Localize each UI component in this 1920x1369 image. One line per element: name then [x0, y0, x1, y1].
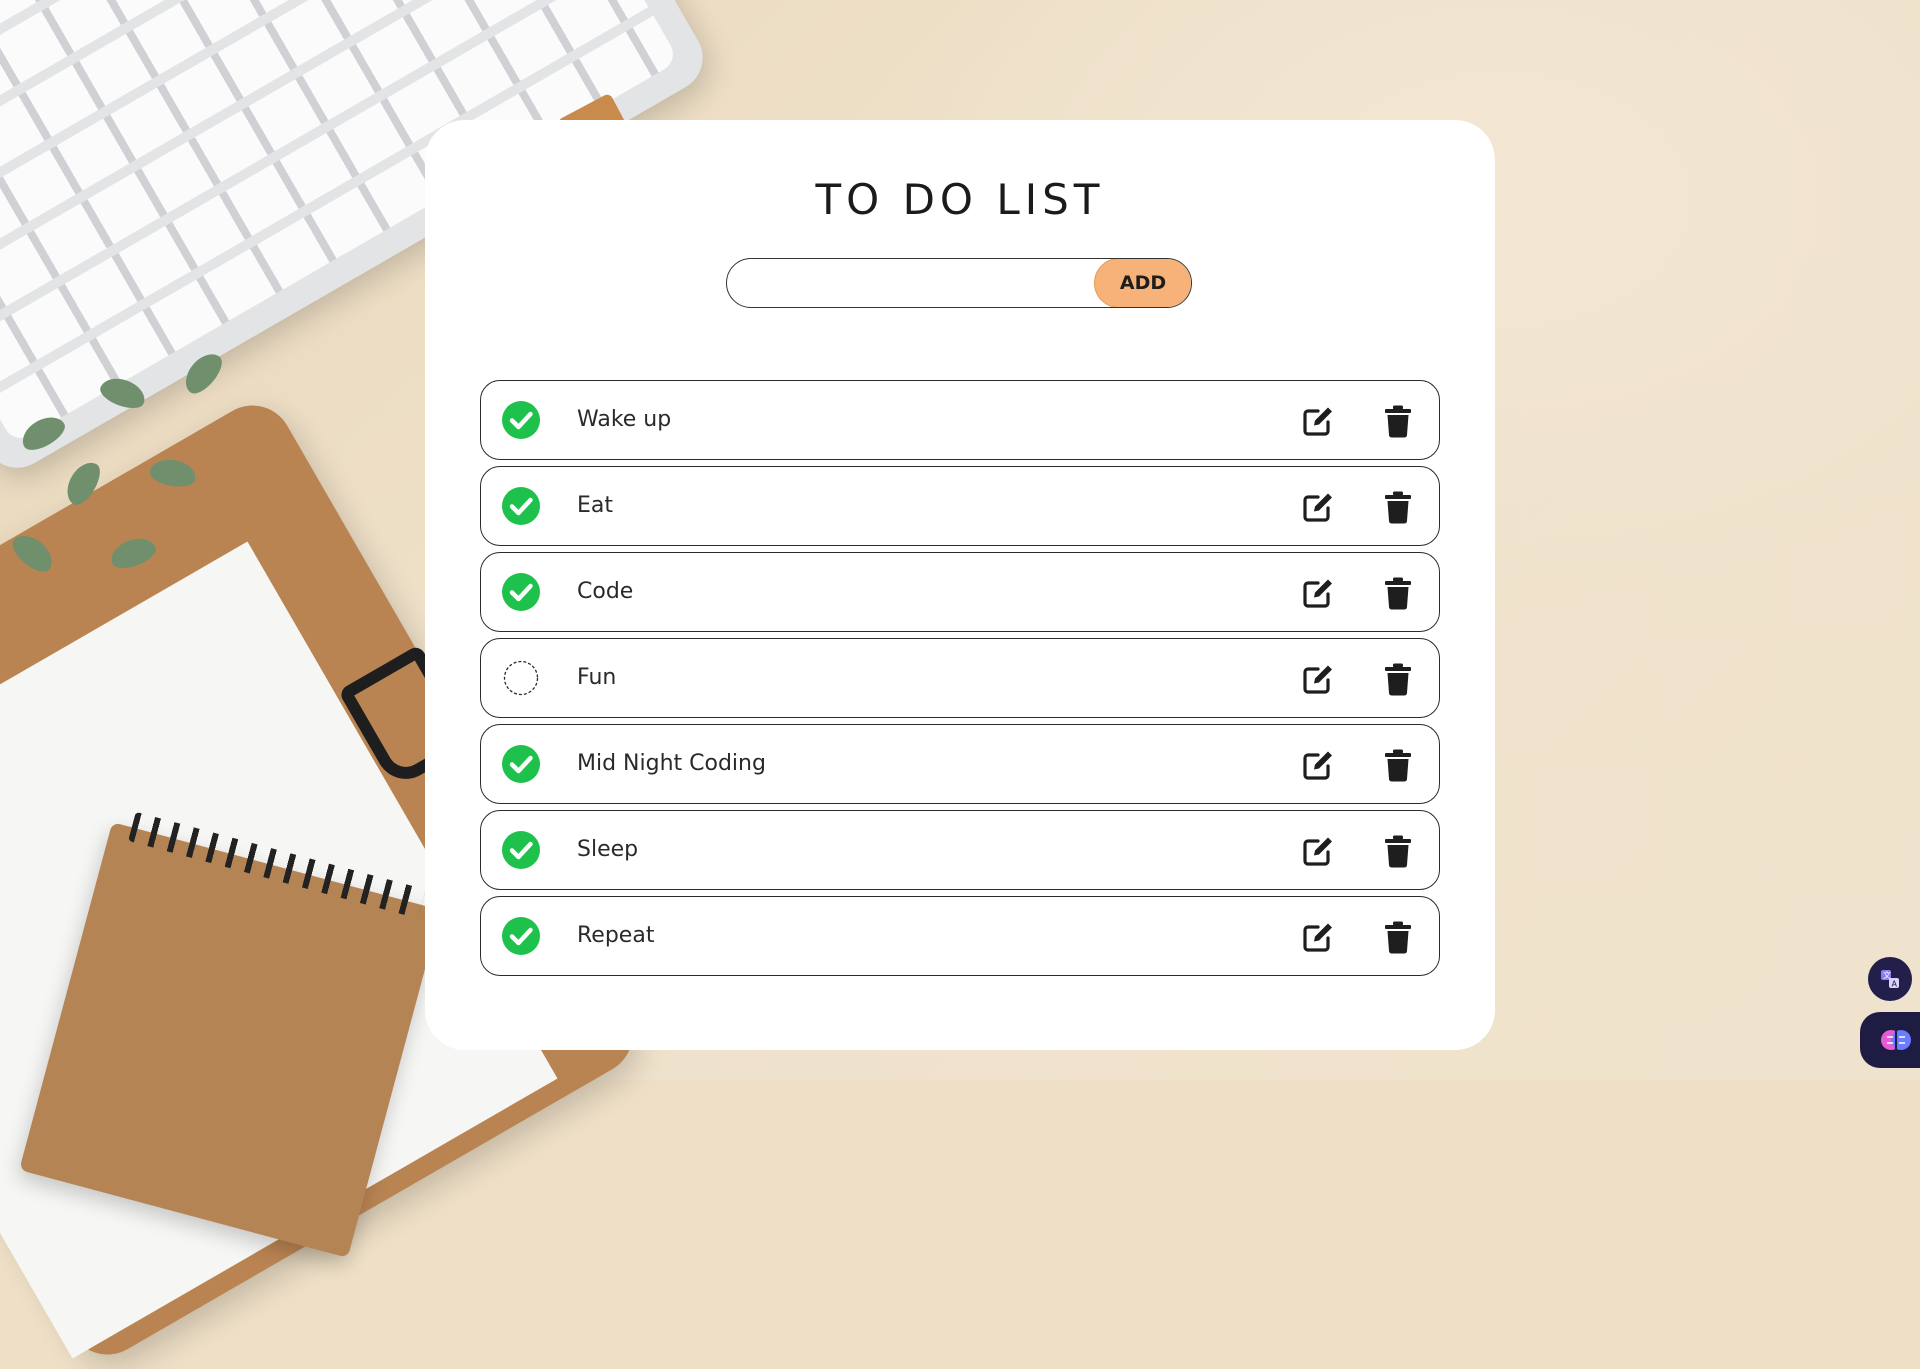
svg-text:A: A — [1892, 980, 1898, 989]
task-item: Wake up — [480, 380, 1440, 460]
ai-extension-button[interactable] — [1860, 1012, 1920, 1068]
add-task-bar: ADD — [726, 258, 1192, 308]
check-circle-icon[interactable] — [502, 401, 540, 439]
trash-icon[interactable] — [1383, 490, 1413, 524]
task-label: Code — [577, 579, 634, 604]
check-circle-icon[interactable] — [502, 831, 540, 869]
check-circle-icon[interactable] — [502, 573, 540, 611]
task-item: Eat — [480, 466, 1440, 546]
task-label: Mid Night Coding — [577, 751, 766, 776]
task-list: Wake up Eat Code Fun Mid Night Coding Sleep Re… — [480, 380, 1440, 982]
check-circle-icon[interactable] — [502, 917, 540, 955]
empty-circle-icon[interactable] — [502, 659, 540, 697]
task-item: Fun — [480, 638, 1440, 718]
edit-icon[interactable] — [1301, 576, 1335, 610]
task-item: Sleep — [480, 810, 1440, 890]
check-circle-icon[interactable] — [502, 487, 540, 525]
task-label: Sleep — [577, 837, 639, 862]
edit-icon[interactable] — [1301, 748, 1335, 782]
task-label: Wake up — [577, 407, 672, 432]
task-label: Eat — [577, 493, 614, 518]
task-item: Repeat — [480, 896, 1440, 976]
trash-icon[interactable] — [1383, 576, 1413, 610]
check-circle-icon[interactable] — [502, 745, 540, 783]
task-input[interactable] — [727, 259, 1097, 307]
edit-icon[interactable] — [1301, 834, 1335, 868]
svg-text:文: 文 — [1883, 970, 1891, 980]
page-title: TO DO LIST — [815, 175, 1105, 224]
add-button[interactable]: ADD — [1094, 259, 1191, 307]
trash-icon[interactable] — [1383, 834, 1413, 868]
trash-icon[interactable] — [1383, 920, 1413, 954]
edit-icon[interactable] — [1301, 404, 1335, 438]
task-item: Code — [480, 552, 1440, 632]
task-item: Mid Night Coding — [480, 724, 1440, 804]
trash-icon[interactable] — [1383, 748, 1413, 782]
brain-icon — [1881, 1030, 1911, 1050]
translate-extension-button[interactable]: 文 A — [1868, 957, 1912, 1001]
trash-icon[interactable] — [1383, 404, 1413, 438]
edit-icon[interactable] — [1301, 662, 1335, 696]
task-label: Repeat — [577, 923, 655, 948]
edit-icon[interactable] — [1301, 920, 1335, 954]
trash-icon[interactable] — [1383, 662, 1413, 696]
task-label: Fun — [577, 665, 617, 690]
todo-card: TO DO LIST ADD Wake up Eat Code Fun Mid Nigh… — [425, 120, 1495, 1050]
translate-icon: 文 A — [1881, 970, 1899, 989]
edit-icon[interactable] — [1301, 490, 1335, 524]
